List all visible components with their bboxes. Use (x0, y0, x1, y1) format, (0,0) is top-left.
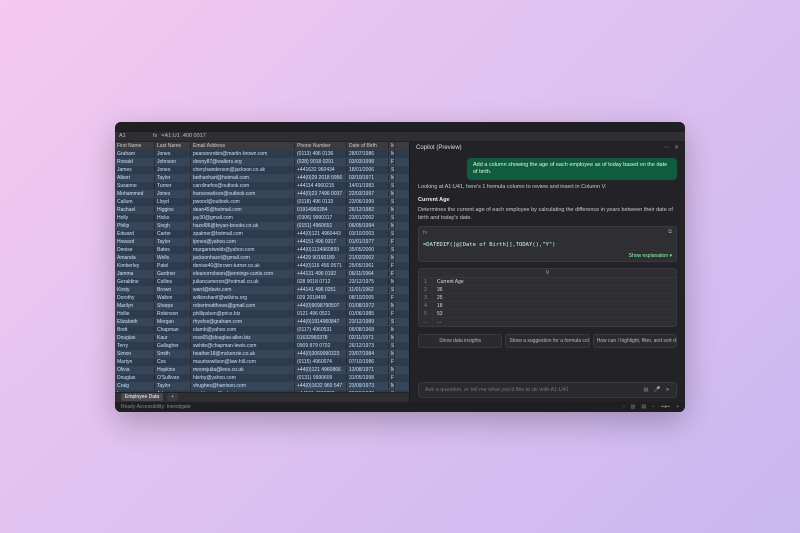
table-row[interactable]: HollyHicksjay30@gmail.com(0306) 99903172… (115, 214, 409, 222)
table-row[interactable]: HollieRobinsonphillipsben@price.biz0121 … (115, 310, 409, 318)
preview-row: 553 (419, 310, 676, 318)
excel-window: A1 fx =A1:U1 .400 0017 First Name Last N… (115, 122, 685, 412)
table-row[interactable]: DouglasO'Sullivanhkirby@yahoo.com(0131) … (115, 374, 409, 382)
view-layout-icon[interactable]: ▥ (631, 404, 636, 410)
table-row[interactable]: HowardTaylortjones@yahoo.com+44151 496 0… (115, 238, 409, 246)
formula-input[interactable]: =A1:U1 .400 0017 (161, 133, 206, 139)
copilot-response-intro: Looking at A1:U41, here's 1 formula colu… (418, 184, 677, 191)
table-row[interactable]: DouglasKaurross65@douglas-allen.biz01632… (115, 334, 409, 342)
fx-icon: fx (423, 230, 433, 236)
table-row[interactable]: MohammedJonesfranceswilson@outlook.com+4… (115, 190, 409, 198)
preview-row: 325 (419, 294, 676, 302)
table-row[interactable]: TerryGallagherswhite@chapman-lewis.com09… (115, 342, 409, 350)
table-row[interactable]: AlbertTaylorbethanhart@hotmail.com+44(0)… (115, 174, 409, 182)
table-row[interactable]: DeniseBatesmargaretwebb@yahoo.com+44(0)1… (115, 246, 409, 254)
fx-icon[interactable]: fx (153, 133, 157, 139)
copilot-more-icon[interactable]: ⋯ (664, 144, 670, 151)
copilot-panel: Copilot (Preview) ⋯ ✕ Add a column showi… (409, 142, 685, 402)
preview-row: ...... (419, 318, 676, 326)
preview-row: 418 (419, 302, 676, 310)
show-explanation-link[interactable]: Show explanation ▾ (419, 251, 676, 261)
view-normal-icon[interactable]: ▫ (623, 404, 625, 410)
chip-formula-suggestion[interactable]: Show a suggestion for a formula column (505, 334, 589, 348)
table-row[interactable]: GrahamJonespearsonrobin@martin-brown.com… (115, 150, 409, 158)
send-icon[interactable]: ➤ (665, 387, 670, 393)
table-row[interactable]: SimonSmithheather18@mckenzie.co.uk+44(0)… (115, 350, 409, 358)
status-bar: Ready Accessibility: Investigate ▫ ▥ ▤ −… (115, 402, 685, 412)
preview-column-header: V (419, 269, 676, 278)
user-message: Add a column showing the age of each emp… (467, 158, 677, 180)
col-phone[interactable]: Phone Number (295, 143, 347, 149)
copilot-title: Copilot (Preview) (416, 145, 462, 151)
copy-formula-icon[interactable]: ⧉ (668, 229, 672, 236)
zoom-slider[interactable]: ━●━ (661, 404, 670, 410)
cell-reference-box[interactable]: A1 (119, 133, 149, 139)
sheet-tabs: Employee Data + (115, 392, 409, 402)
col-first-name[interactable]: First Name (115, 143, 155, 149)
formula-section-heading: Current Age (418, 197, 677, 203)
table-row[interactable]: KimberleyPateldenise40@brown-turner.co.u… (115, 262, 409, 270)
table-row[interactable]: DorothyWaltonwilkinshanif@wilkins.org029… (115, 294, 409, 302)
table-row[interactable]: MarilynSharperobertmatthews@gmail.com+44… (115, 302, 409, 310)
table-row[interactable]: GeraldineCollinsjuliancameron@hotmail.co… (115, 278, 409, 286)
col-email[interactable]: Email Address (191, 143, 295, 149)
table-row[interactable]: CallumLloydpwood@outlook.com(0118) 496 0… (115, 198, 409, 206)
formula-box: fx ⧉ =DATEDIF([@[Date of Birth]],TODAY()… (418, 226, 677, 262)
table-row[interactable]: CraigTaylorvhughes@harrison.com+44(0)163… (115, 382, 409, 390)
col-last-name[interactable]: Last Name (155, 143, 191, 149)
table-row[interactable]: RachaelHigginsdean45@hotmail.com01914960… (115, 206, 409, 214)
formula-text[interactable]: =DATEDIF([@[Date of Birth]],TODAY(),"Y") (423, 242, 555, 248)
add-sheet-button[interactable]: + (167, 393, 178, 401)
col-marital[interactable]: M (389, 143, 395, 149)
table-row[interactable]: OliviaHopkinsmoorejulia@lees.co.uk+44(0)… (115, 366, 409, 374)
table-row[interactable]: MartynCoxmaurisewilson@law-hill.com(0115… (115, 358, 409, 366)
mic-icon[interactable]: 🎤 (654, 387, 661, 393)
tab-employee-data[interactable]: Employee Data (121, 393, 163, 401)
table-row[interactable]: SusanneTurnercarolinefox@outlook.com+441… (115, 182, 409, 190)
attach-icon[interactable]: ▦ (643, 387, 648, 393)
input-placeholder: Ask a question, or tell me what you'd li… (425, 387, 569, 393)
formula-bar: A1 fx =A1:U1 .400 0017 (115, 132, 685, 142)
titlebar (115, 122, 685, 132)
spreadsheet-area[interactable]: First Name Last Name Email Address Phone… (115, 142, 409, 402)
preview-row: 236 (419, 286, 676, 294)
col-dob[interactable]: Date of Birth (347, 143, 389, 149)
table-row[interactable]: KirstyBrownward@davis.com+44141 496 0251… (115, 286, 409, 294)
copilot-input[interactable]: Ask a question, or tell me what you'd li… (418, 382, 677, 398)
view-break-icon[interactable]: ▤ (641, 404, 646, 410)
chip-highlight-sort[interactable]: How can I highlight, filter, and sort da… (593, 334, 677, 348)
table-row[interactable]: BrettChapmanolamb@yahoo.com(0117) 496053… (115, 326, 409, 334)
table-row[interactable]: AmandaWellsjacksonhazel@gmail.com+4429 9… (115, 254, 409, 262)
chip-insights[interactable]: Show data insights (418, 334, 502, 348)
table-row[interactable]: RonaldJohnsondonny87@walters.org(028) 90… (115, 158, 409, 166)
formula-explanation: Determines the current age of each emplo… (418, 207, 677, 222)
status-left: Ready Accessibility: Investigate (121, 404, 191, 410)
suggestion-chips: Show data insights Show a suggestion for… (418, 334, 677, 348)
table-row[interactable]: ElizabethMorganrhysfox@graham.com+44(0)1… (115, 318, 409, 326)
zoom-in-icon[interactable]: + (676, 404, 679, 410)
data-rows[interactable]: GrahamJonespearsonrobin@martin-brown.com… (115, 150, 409, 392)
column-headers: First Name Last Name Email Address Phone… (115, 142, 409, 150)
table-row[interactable]: JammaGardnereleanorrobson@jennings-curti… (115, 270, 409, 278)
preview-row: 1Current Age (419, 278, 676, 286)
table-row[interactable]: PhilipSinghhazel86@bryan-brooks.co.uk(01… (115, 222, 409, 230)
zoom-out-icon[interactable]: − (652, 404, 655, 410)
table-row[interactable]: JamesJonescherylsanderson@jackson.co.uk+… (115, 166, 409, 174)
preview-table: V 1Current Age236325418553...... (418, 268, 677, 327)
table-row[interactable]: EdwardCarterzpalmer@hotmail.com+44(0)121… (115, 230, 409, 238)
copilot-close-icon[interactable]: ✕ (674, 144, 679, 151)
